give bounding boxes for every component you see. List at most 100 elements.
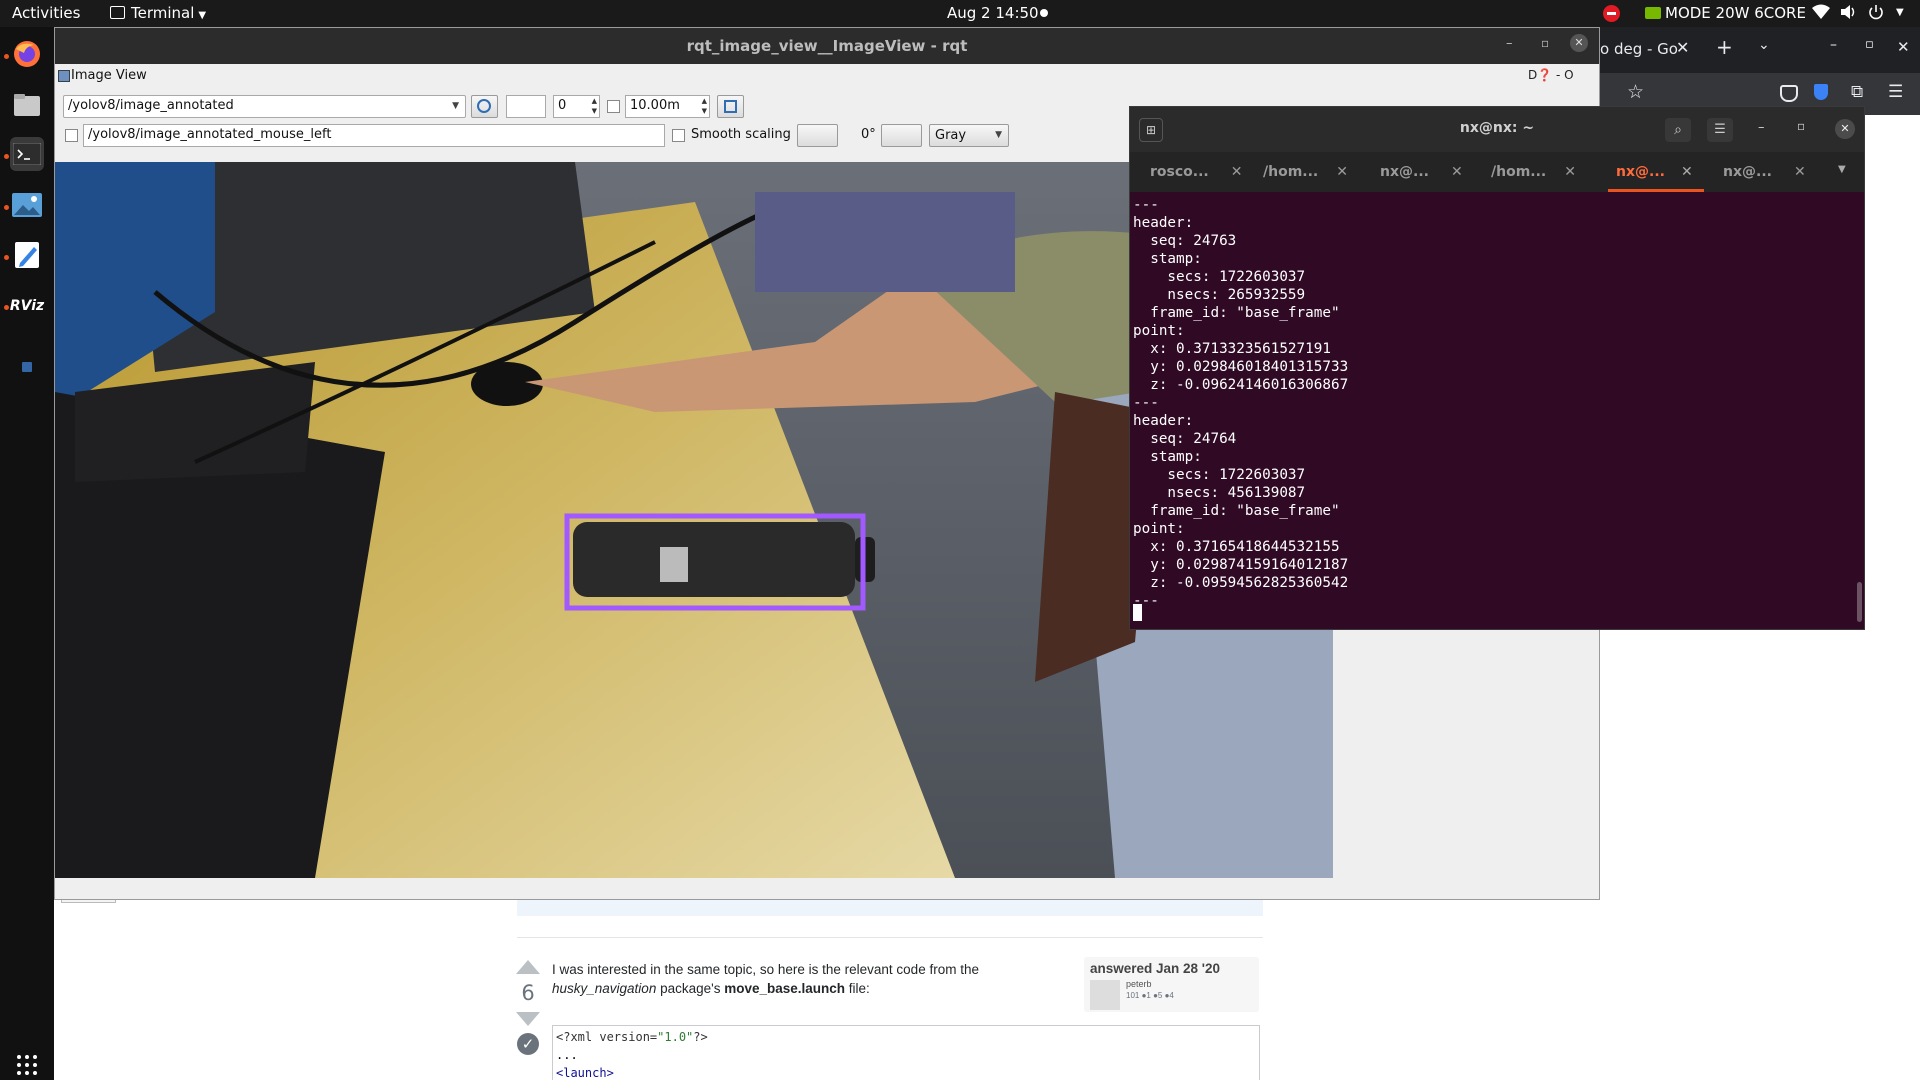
close-icon[interactable]: ✕ [1897, 38, 1910, 56]
throttle-spinbox[interactable]: 10.00m ▲ ▼ [625, 95, 710, 118]
code-block: <?xml version="1.0"?> ... <launch> [552, 1025, 1260, 1080]
tab-close-icon[interactable]: ✕ [1794, 164, 1806, 180]
bookmark-star-icon[interactable]: ☆ [1627, 81, 1644, 103]
image-view-panel-header: Image View D❓ - O [55, 64, 1599, 88]
zoom-field[interactable] [506, 95, 546, 118]
tab-close-icon[interactable]: ✕ [1681, 164, 1693, 180]
minimize-icon[interactable]: – [1506, 36, 1513, 51]
terminal-tab[interactable]: nx@... ✕ [1723, 152, 1806, 192]
code-line-1b: "1.0" [657, 1030, 694, 1044]
pocket-icon[interactable] [1780, 85, 1798, 102]
answer-text-line1: I was interested in the same topic, so h… [552, 962, 979, 977]
system-menu-caret-icon[interactable]: ▼ [1896, 7, 1904, 18]
terminal-icon[interactable] [10, 137, 44, 171]
browser-tab-title[interactable]: o deg - Go [1600, 40, 1678, 58]
notification-dot-icon [1040, 9, 1048, 17]
minimize-icon[interactable]: – [1830, 37, 1837, 53]
tab-close-icon[interactable]: ✕ [1676, 38, 1689, 57]
clock[interactable]: Aug 2 14:50 [947, 4, 1039, 22]
new-tab-icon[interactable]: + [1716, 35, 1733, 59]
mouse-topic-value: /yolov8/image_annotated_mouse_left [88, 127, 332, 142]
power-icon[interactable] [1868, 4, 1884, 24]
running-indicator [4, 255, 9, 260]
tab-close-icon[interactable]: ✕ [1564, 164, 1576, 180]
color-scheme-select[interactable]: Gray ▼ [929, 124, 1009, 147]
terminal-tab-active[interactable]: nx@... ✕ [1608, 152, 1704, 192]
maximize-icon[interactable]: ▫ [1865, 37, 1874, 52]
answer-file-name: move_base.launch [724, 981, 846, 996]
menu-icon[interactable]: ☰ [1888, 82, 1903, 102]
upvote-icon[interactable] [516, 960, 540, 974]
image-viewer-icon[interactable] [10, 188, 44, 222]
terminal-tab-label: nx@... [1723, 164, 1772, 180]
close-icon[interactable]: ✕ [1835, 119, 1855, 139]
user-name[interactable]: peterb [1126, 979, 1152, 989]
app-menu[interactable]: Terminal ▼ [110, 4, 206, 22]
tab-close-icon[interactable]: ✕ [1451, 164, 1463, 180]
running-indicator [4, 205, 9, 210]
close-icon[interactable]: ✕ [1570, 34, 1588, 52]
search-icon[interactable]: ⌕ [1665, 118, 1691, 142]
rotate-right-button[interactable] [881, 124, 922, 147]
rqt-titlebar[interactable]: rqt_image_view__ImageView - rqt – ▫ ✕ [55, 28, 1599, 64]
extensions-icon[interactable]: ⧉ [1851, 82, 1863, 102]
topic-select[interactable]: /yolov8/image_annotated ▼ [63, 95, 466, 118]
rotate-left-button[interactable] [797, 124, 838, 147]
accepted-check-icon[interactable]: ✓ [517, 1033, 539, 1055]
refresh-icon [477, 99, 491, 113]
show-apps-icon[interactable] [10, 1048, 44, 1080]
terminal-output[interactable]: --- header: seq: 24763 stamp: secs: 1722… [1133, 196, 1348, 610]
terminal-scrollbar[interactable] [1857, 582, 1862, 622]
menu-icon[interactable]: ☰ [1707, 118, 1733, 142]
running-indicator [4, 305, 9, 310]
smooth-scaling-label: Smooth scaling [691, 127, 791, 142]
terminal-tab[interactable]: /hom... ✕ [1491, 152, 1576, 192]
spin-arrows-icon[interactable]: ▲ ▼ [592, 96, 597, 116]
tab-list-icon[interactable]: ⌄ [1758, 37, 1770, 53]
save-icon [724, 100, 737, 113]
extension-shield-icon[interactable] [1814, 84, 1828, 100]
do-not-disturb-icon[interactable] [1603, 5, 1620, 22]
power-mode-indicator[interactable]: MODE 20W 6CORE [1645, 4, 1806, 22]
avatar[interactable] [1090, 980, 1120, 1010]
terminal-tab[interactable]: nx@... ✕ [1380, 152, 1463, 192]
app-indicator-icon[interactable] [10, 357, 44, 377]
minimize-icon[interactable]: – [1758, 120, 1765, 135]
mouse-publish-checkbox[interactable] [65, 129, 78, 142]
answer-text: I was interested in the same topic, so h… [552, 960, 1022, 998]
smooth-scaling-checkbox[interactable] [672, 129, 685, 142]
rviz-icon[interactable]: RViz [10, 289, 44, 323]
firefox-icon[interactable] [10, 37, 44, 71]
max-depth-spinbox[interactable]: 0 ▲ ▼ [553, 95, 600, 118]
terminal-tab-label: /hom... [1263, 164, 1319, 180]
save-image-button[interactable] [717, 95, 744, 118]
top-bar: Activities Terminal ▼ Aug 2 14:50 MODE 20… [0, 0, 1920, 27]
text-editor-icon[interactable] [10, 238, 44, 272]
activities-button[interactable]: Activities [12, 4, 80, 22]
terminal-tab[interactable]: rosco... ✕ [1150, 152, 1242, 192]
spin-arrows-icon[interactable]: ▲ ▼ [702, 96, 707, 116]
desktop: Activities Terminal ▼ Aug 2 14:50 MODE 20… [0, 0, 1920, 1080]
maximize-icon[interactable]: ▫ [1797, 119, 1805, 133]
mouse-topic-field[interactable]: /yolov8/image_annotated_mouse_left [83, 124, 665, 147]
throttle-checkbox[interactable] [607, 100, 620, 113]
volume-icon[interactable] [1840, 4, 1858, 24]
refresh-topics-button[interactable] [471, 95, 498, 118]
files-icon[interactable] [10, 88, 44, 122]
rotation-label: 0° [861, 127, 876, 142]
downvote-icon[interactable] [516, 1012, 540, 1026]
wifi-icon[interactable] [1812, 4, 1830, 24]
running-indicator [4, 54, 9, 59]
terminal-header[interactable]: ⊞ nx@nx: ~ ⌕ ☰ – ▫ ✕ [1130, 107, 1864, 152]
rqt-window-title: rqt_image_view__ImageView - rqt [686, 37, 968, 55]
panel-controls[interactable]: D❓ - O [1528, 68, 1574, 82]
tab-list-chevron-icon[interactable]: ▼ [1838, 164, 1846, 175]
topic-select-value: /yolov8/image_annotated [68, 98, 234, 113]
terminal-tab-label: rosco... [1150, 164, 1209, 180]
terminal-tab-label: nx@... [1380, 164, 1429, 180]
caret-down-icon: ▼ [198, 10, 207, 21]
tab-close-icon[interactable]: ✕ [1231, 164, 1243, 180]
maximize-icon[interactable]: ▫ [1541, 36, 1549, 50]
tab-close-icon[interactable]: ✕ [1336, 164, 1348, 180]
terminal-tab[interactable]: /hom... ✕ [1263, 152, 1348, 192]
